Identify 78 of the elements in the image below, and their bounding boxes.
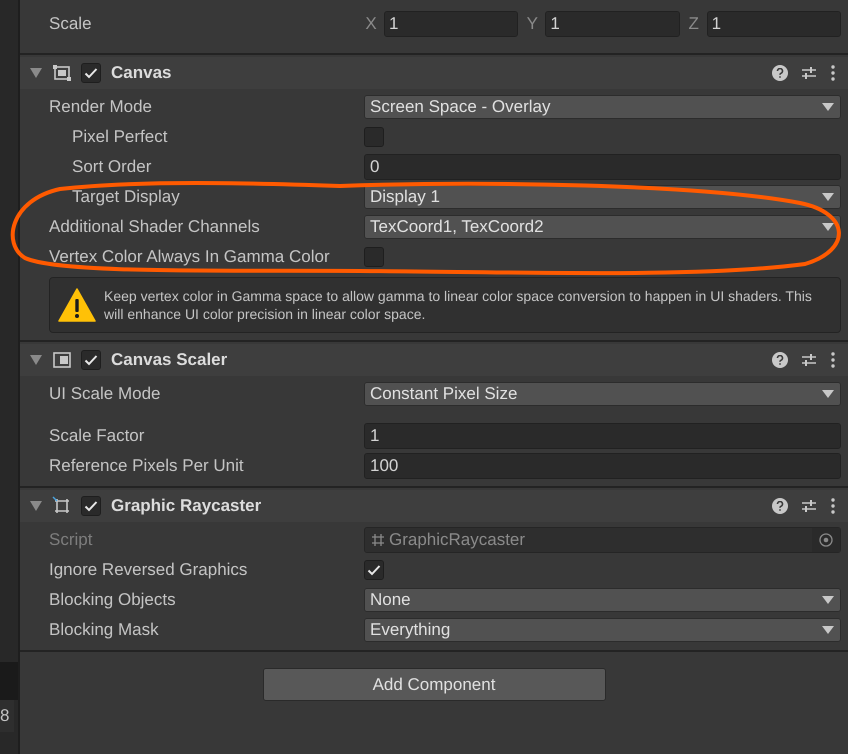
dropdown-value: None [370, 589, 411, 612]
dropdown[interactable]: Constant Pixel Size [364, 382, 841, 406]
axis-label: Z [687, 12, 700, 35]
field-label: Sort Order [71, 156, 152, 178]
field-label: UI Scale Mode [48, 383, 162, 406]
dropdown-value: Screen Space - Overlay [370, 96, 550, 118]
help-icon[interactable] [772, 498, 788, 514]
checkmark-icon [367, 564, 381, 576]
presets-icon[interactable] [800, 64, 818, 82]
field-label: Scale [49, 12, 93, 35]
field-label: Pixel Perfect [71, 126, 168, 148]
number-field[interactable]: 100 [364, 453, 841, 479]
component-title: Canvas [111, 62, 172, 84]
component-title: Graphic Raycaster [111, 495, 262, 518]
field-label: Script [48, 529, 94, 552]
more-menu-icon[interactable] [830, 497, 836, 515]
checked-checkbox[interactable] [81, 496, 101, 516]
warning-text: Keep vertex color in Gamma space to allow gamma to linear color space conversion to happen in UI shaders. This will enhance UI color precision in linear color space. [104, 287, 813, 323]
field-label: Scale Factor [48, 425, 146, 448]
help-icon[interactable] [772, 65, 788, 81]
checked-checkbox[interactable] [81, 63, 101, 83]
field-label: Blocking Objects [48, 589, 177, 612]
component-header[interactable]: Canvas [20, 57, 848, 89]
row-number: 8 [0, 700, 14, 732]
field-label: Render Mode [48, 96, 154, 118]
component-header[interactable]: Canvas Scaler [20, 344, 848, 376]
script-icon [371, 533, 385, 547]
checkbox[interactable] [364, 127, 384, 147]
checkmark-icon [84, 500, 98, 512]
dropdown-value: Display 1 [370, 186, 440, 208]
checked-checkbox[interactable] [364, 560, 384, 580]
dropdown[interactable]: Screen Space - Overlay [364, 95, 841, 119]
checkmark-icon [84, 354, 98, 366]
axis-label: X [364, 12, 378, 35]
dropdown[interactable]: TexCoord1, TexCoord2 [364, 215, 841, 239]
canvas-icon [52, 63, 72, 83]
add-component-button[interactable]: Add Component [262, 668, 606, 701]
dropdown-arrow-icon [822, 103, 834, 111]
axis-label: Y [526, 12, 539, 35]
dropdown-arrow-icon [822, 193, 834, 201]
dropdown-arrow-icon [822, 596, 834, 604]
field-label: Additional Shader Channels [48, 216, 261, 238]
dropdown-arrow-icon [822, 626, 834, 634]
number-field[interactable]: 0 [364, 154, 841, 180]
component-title: Canvas Scaler [111, 349, 228, 372]
number-field[interactable]: 1 [384, 10, 518, 36]
field-label: Ignore Reversed Graphics [48, 559, 248, 582]
more-menu-icon[interactable] [830, 351, 836, 369]
dropdown[interactable]: Everything [364, 618, 841, 642]
field-label: Vertex Color Always In Gamma Color [48, 246, 331, 268]
component-header[interactable]: Graphic Raycaster [20, 490, 848, 522]
warning-icon [58, 288, 96, 322]
number-field[interactable]: 1 [545, 10, 680, 36]
object-name: GraphicRaycaster [389, 529, 526, 552]
dropdown-value: TexCoord1, TexCoord2 [370, 216, 544, 238]
foldout-arrow-icon[interactable] [30, 355, 42, 365]
dropdown-arrow-icon [822, 223, 834, 231]
foldout-arrow-icon[interactable] [30, 68, 42, 78]
presets-icon[interactable] [800, 497, 818, 515]
dropdown-arrow-icon [822, 390, 834, 398]
object-picker-icon[interactable] [812, 528, 840, 552]
raycaster-icon [52, 496, 72, 516]
presets-icon[interactable] [800, 351, 818, 369]
number-field[interactable]: 1 [364, 423, 841, 449]
field-label: Reference Pixels Per Unit [48, 455, 245, 478]
foldout-arrow-icon[interactable] [30, 501, 42, 511]
more-menu-icon[interactable] [830, 64, 836, 82]
checkbox[interactable] [364, 247, 384, 267]
dropdown[interactable]: None [364, 588, 841, 612]
field-label: Blocking Mask [48, 619, 160, 642]
checked-checkbox[interactable] [81, 350, 101, 370]
dropdown-value: Everything [370, 619, 450, 642]
canvas-scaler-icon [52, 350, 72, 370]
dropdown-value: Constant Pixel Size [370, 383, 518, 406]
checkmark-icon [84, 67, 98, 79]
field-label: Target Display [71, 186, 181, 208]
number-field[interactable]: 1 [706, 10, 841, 36]
help-icon[interactable] [772, 352, 788, 368]
